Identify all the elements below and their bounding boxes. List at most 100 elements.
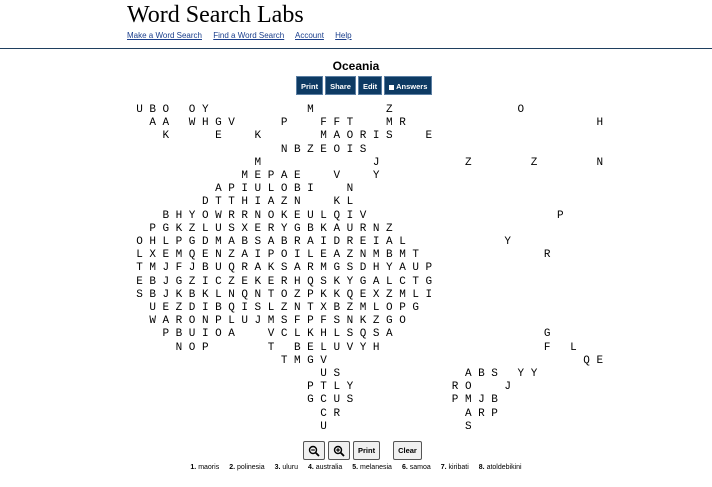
grid-letter[interactable]: Z <box>186 276 199 288</box>
grid-letter[interactable]: P <box>304 289 317 301</box>
grid-letter[interactable]: T <box>409 249 422 261</box>
grid-letter[interactable]: P <box>488 408 501 420</box>
grid-letter[interactable]: U <box>343 223 356 235</box>
grid-letter[interactable]: S <box>383 130 396 142</box>
grid-letter[interactable]: K <box>330 289 343 301</box>
grid-letter[interactable]: N <box>343 315 356 327</box>
grid-letter[interactable]: R <box>291 236 304 248</box>
grid-letter[interactable]: S <box>343 394 356 406</box>
grid-letter[interactable]: P <box>212 315 225 327</box>
grid-letter[interactable]: K <box>317 289 330 301</box>
grid-letter[interactable]: S <box>251 236 264 248</box>
grid-letter[interactable]: Z <box>370 315 383 327</box>
grid-letter[interactable]: O <box>186 315 199 327</box>
grid-letter[interactable]: J <box>186 262 199 274</box>
grid-letter[interactable]: T <box>317 381 330 393</box>
grid-letter[interactable]: M <box>383 117 396 129</box>
grid-letter[interactable]: M <box>317 130 330 142</box>
grid-letter[interactable]: T <box>225 196 238 208</box>
grid-letter[interactable]: X <box>238 223 251 235</box>
grid-letter[interactable]: Z <box>278 196 291 208</box>
grid-letter[interactable]: Q <box>186 249 199 261</box>
grid-letter[interactable]: G <box>357 276 370 288</box>
grid-letter[interactable]: D <box>357 262 370 274</box>
grid-letter[interactable]: O <box>396 315 409 327</box>
grid-letter[interactable]: N <box>251 289 264 301</box>
grid-letter[interactable]: A <box>159 117 172 129</box>
grid-letter[interactable]: B <box>199 262 212 274</box>
grid-letter[interactable]: E <box>357 236 370 248</box>
grid-letter[interactable]: I <box>304 183 317 195</box>
grid-letter[interactable]: Y <box>514 368 527 380</box>
grid-letter[interactable]: S <box>317 276 330 288</box>
grid-letter[interactable]: K <box>172 223 185 235</box>
grid-letter[interactable]: Z <box>186 223 199 235</box>
grid-letter[interactable]: S <box>330 368 343 380</box>
grid-letter[interactable]: Y <box>186 210 199 222</box>
grid-letter[interactable]: K <box>172 289 185 301</box>
grid-letter[interactable]: M <box>238 170 251 182</box>
grid-letter[interactable]: X <box>370 289 383 301</box>
grid-letter[interactable]: Y <box>199 104 212 116</box>
grid-letter[interactable]: T <box>343 117 356 129</box>
grid-letter[interactable]: Z <box>291 289 304 301</box>
grid-letter[interactable]: Z <box>383 223 396 235</box>
grid-letter[interactable]: Q <box>343 289 356 301</box>
grid-letter[interactable]: Y <box>528 368 541 380</box>
grid-letter[interactable]: F <box>330 117 343 129</box>
grid-letter[interactable]: R <box>225 210 238 222</box>
grid-letter[interactable]: S <box>370 328 383 340</box>
grid-letter[interactable]: Y <box>343 276 356 288</box>
grid-letter[interactable]: F <box>541 342 554 354</box>
grid-letter[interactable]: N <box>172 342 185 354</box>
grid-letter[interactable]: B <box>488 394 501 406</box>
grid-letter[interactable]: A <box>330 223 343 235</box>
grid-letter[interactable]: L <box>291 328 304 340</box>
grid-letter[interactable]: Z <box>383 289 396 301</box>
grid-letter[interactable]: A <box>278 170 291 182</box>
grid-letter[interactable]: N <box>251 210 264 222</box>
grid-letter[interactable]: L <box>330 381 343 393</box>
grid-letter[interactable]: E <box>422 130 435 142</box>
grid-letter[interactable]: E <box>251 223 264 235</box>
grid-letter[interactable]: M <box>396 289 409 301</box>
grid-letter[interactable]: A <box>304 236 317 248</box>
grid-letter[interactable]: U <box>186 328 199 340</box>
grid-letter[interactable]: E <box>238 276 251 288</box>
grid-letter[interactable]: E <box>593 355 606 367</box>
grid-letter[interactable]: R <box>357 130 370 142</box>
grid-letter[interactable]: Z <box>278 302 291 314</box>
grid-letter[interactable]: Q <box>238 289 251 301</box>
grid-letter[interactable]: A <box>225 236 238 248</box>
grid-letter[interactable]: J <box>475 394 488 406</box>
grid-letter[interactable]: E <box>133 276 146 288</box>
grid-letter[interactable]: G <box>172 276 185 288</box>
grid-letter[interactable]: R <box>357 223 370 235</box>
grid-letter[interactable]: I <box>370 236 383 248</box>
grid-letter[interactable]: U <box>146 302 159 314</box>
grid-letter[interactable]: H <box>370 342 383 354</box>
grid-letter[interactable]: Z <box>343 249 356 261</box>
grid-letter[interactable]: Z <box>383 104 396 116</box>
grid-letter[interactable]: C <box>212 276 225 288</box>
grid-letter[interactable]: P <box>172 236 185 248</box>
grid-letter[interactable]: U <box>251 183 264 195</box>
grid-letter[interactable]: J <box>501 381 514 393</box>
grid-letter[interactable]: K <box>251 130 264 142</box>
grid-letter[interactable]: O <box>159 104 172 116</box>
grid-letter[interactable]: L <box>133 249 146 261</box>
grid-letter[interactable]: B <box>304 223 317 235</box>
grid-letter[interactable]: G <box>186 236 199 248</box>
grid-letter[interactable]: M <box>172 249 185 261</box>
grid-letter[interactable]: P <box>554 210 567 222</box>
grid-letter[interactable]: O <box>186 104 199 116</box>
grid-letter[interactable]: E <box>159 249 172 261</box>
grid-letter[interactable]: Z <box>304 144 317 156</box>
grid-letter[interactable]: U <box>238 315 251 327</box>
grid-letter[interactable]: B <box>330 302 343 314</box>
grid-letter[interactable]: S <box>330 315 343 327</box>
grid-letter[interactable]: L <box>370 302 383 314</box>
grid-letter[interactable]: B <box>146 289 159 301</box>
grid-letter[interactable]: R <box>172 315 185 327</box>
grid-letter[interactable]: I <box>251 249 264 261</box>
